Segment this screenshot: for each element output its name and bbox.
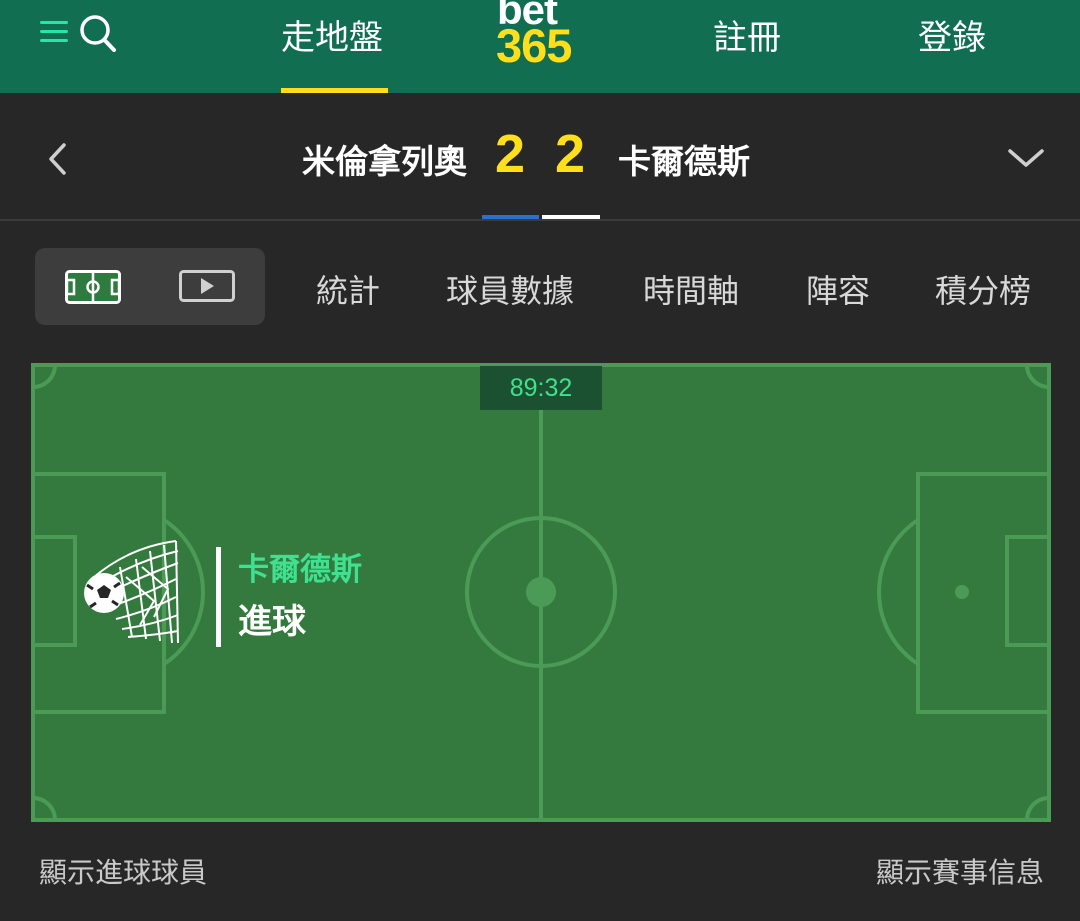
- away-team-name: 卡爾德斯: [618, 142, 750, 181]
- tab-lineups[interactable]: 陣容: [806, 266, 870, 312]
- view-toggle: [35, 248, 265, 325]
- home-team-name: 米倫拿列奧: [302, 142, 467, 181]
- event-type: 進球: [238, 602, 306, 642]
- search-icon[interactable]: [78, 12, 118, 54]
- top-header: 走地盤 bet 365 註冊 登錄: [0, 0, 1080, 93]
- tab-player-stats[interactable]: 球員數據: [446, 266, 574, 312]
- scoreboard: 米倫拿列奧 2 2 卡爾德斯: [0, 93, 1080, 221]
- show-scorers-link[interactable]: 顯示進球球員: [39, 851, 207, 891]
- home-score: 2: [495, 124, 526, 184]
- nav-inplay[interactable]: 走地盤: [281, 10, 383, 58]
- logo-365-text: 365: [496, 19, 572, 72]
- tab-standings[interactable]: 積分榜: [935, 266, 1031, 312]
- event-team-name: 卡爾德斯: [238, 552, 362, 588]
- show-match-info-link[interactable]: 顯示賽事信息: [876, 851, 1044, 891]
- home-kit-indicator: [482, 215, 539, 219]
- away-kit-indicator: [542, 215, 600, 219]
- match-pitch: [31, 363, 1051, 822]
- pitch-icon[interactable]: [65, 270, 121, 304]
- play-video-icon[interactable]: [179, 270, 235, 302]
- login-link[interactable]: 登錄: [918, 10, 986, 58]
- event-divider: [216, 547, 221, 647]
- bet365-logo[interactable]: bet 365: [493, 0, 593, 74]
- menu-icon[interactable]: [40, 18, 70, 44]
- away-score: 2: [555, 124, 586, 184]
- match-clock: 89:32: [480, 366, 602, 410]
- chevron-down-icon[interactable]: [1006, 143, 1046, 173]
- goal-net-icon: [84, 540, 179, 644]
- tab-stats[interactable]: 統計: [316, 266, 380, 312]
- tab-timeline[interactable]: 時間軸: [643, 266, 739, 312]
- register-link[interactable]: 註冊: [713, 10, 781, 58]
- chevron-left-icon[interactable]: [44, 139, 74, 179]
